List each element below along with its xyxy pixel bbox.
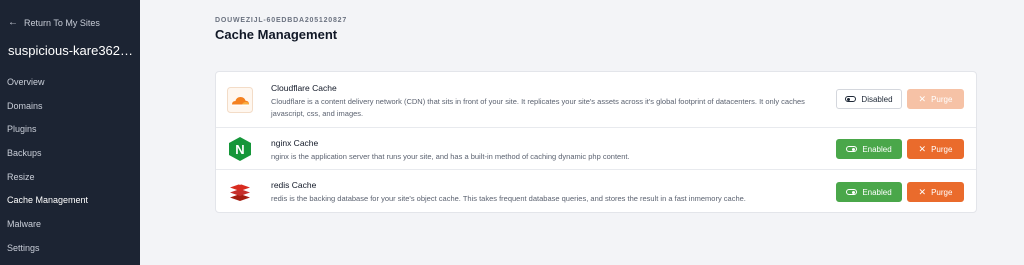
site-name: suspicious-kare362… [8, 43, 134, 58]
cache-description: Cloudflare is a content delivery network… [271, 97, 805, 118]
purge-label: Purge [931, 94, 953, 104]
site-id: DOUWEZIJL-60EDBDA205120827 [215, 17, 348, 24]
close-icon: ✕ [918, 143, 927, 154]
close-icon: ✕ [918, 93, 927, 104]
cache-info: redis Cache redis is the backing databas… [271, 180, 826, 205]
purge-label: Purge [931, 144, 953, 154]
cache-list: Cloudflare Cache Cloudflare is a content… [215, 71, 977, 213]
cache-row-redis: redis Cache redis is the backing databas… [216, 169, 976, 212]
redis-toggle-button[interactable]: Enabled [836, 182, 902, 202]
sidebar-item-malware[interactable]: Malware [0, 213, 140, 237]
cache-description: nginx is the application server that run… [271, 152, 630, 161]
cache-row-nginx: N nginx Cache nginx is the application s… [216, 127, 976, 169]
arrow-left-icon: ← [8, 17, 18, 28]
main-content: DOUWEZIJL-60EDBDA205120827 Cache Managem… [140, 0, 1024, 265]
cache-name: redis Cache [271, 180, 317, 190]
sidebar-item-domains[interactable]: Domains [0, 95, 140, 119]
toggle-label: Disabled [861, 94, 893, 104]
toggle-off-icon [845, 96, 857, 102]
sidebar: ← Return To My Sites suspicious-kare362…… [0, 0, 140, 265]
nginx-toggle-button[interactable]: Enabled [836, 139, 902, 159]
toggle-on-icon [846, 146, 858, 152]
toggle-label: Enabled [862, 144, 892, 154]
sidebar-item-backups[interactable]: Backups [0, 142, 140, 166]
return-to-sites-label: Return To My Sites [24, 17, 100, 28]
sidebar-item-cache-management[interactable]: Cache Management [0, 189, 140, 213]
return-to-sites-link[interactable]: ← Return To My Sites [8, 17, 100, 28]
redis-purge-button[interactable]: ✕ Purge [907, 182, 964, 202]
purge-label: Purge [931, 187, 953, 197]
nginx-purge-button[interactable]: ✕ Purge [907, 139, 964, 159]
cloudflare-toggle-button[interactable]: Disabled [836, 89, 902, 109]
nginx-logo-icon: N [227, 136, 253, 162]
cache-name: Cloudflare Cache [271, 83, 337, 93]
redis-logo-icon [227, 178, 253, 204]
cloudflare-logo-icon [227, 87, 253, 113]
nginx-letter: N [235, 142, 244, 157]
toggle-label: Enabled [862, 187, 892, 197]
sidebar-item-settings[interactable]: Settings [0, 237, 140, 261]
cache-name: nginx Cache [271, 138, 319, 148]
sidebar-item-overview[interactable]: Overview [0, 71, 140, 95]
sidebar-nav: Overview Domains Plugins Backups Resize … [0, 71, 140, 261]
cache-description: redis is the backing database for your s… [271, 194, 746, 203]
toggle-on-icon [846, 189, 858, 195]
close-icon: ✕ [918, 186, 927, 197]
cloudflare-purge-button[interactable]: ✕ Purge [907, 89, 964, 109]
cache-row-cloudflare: Cloudflare Cache Cloudflare is a content… [216, 72, 976, 127]
cache-info: nginx Cache nginx is the application ser… [271, 138, 826, 163]
sidebar-item-resize[interactable]: Resize [0, 166, 140, 190]
page-title: Cache Management [215, 27, 338, 42]
cache-info: Cloudflare Cache Cloudflare is a content… [271, 83, 826, 120]
sidebar-item-plugins[interactable]: Plugins [0, 118, 140, 142]
